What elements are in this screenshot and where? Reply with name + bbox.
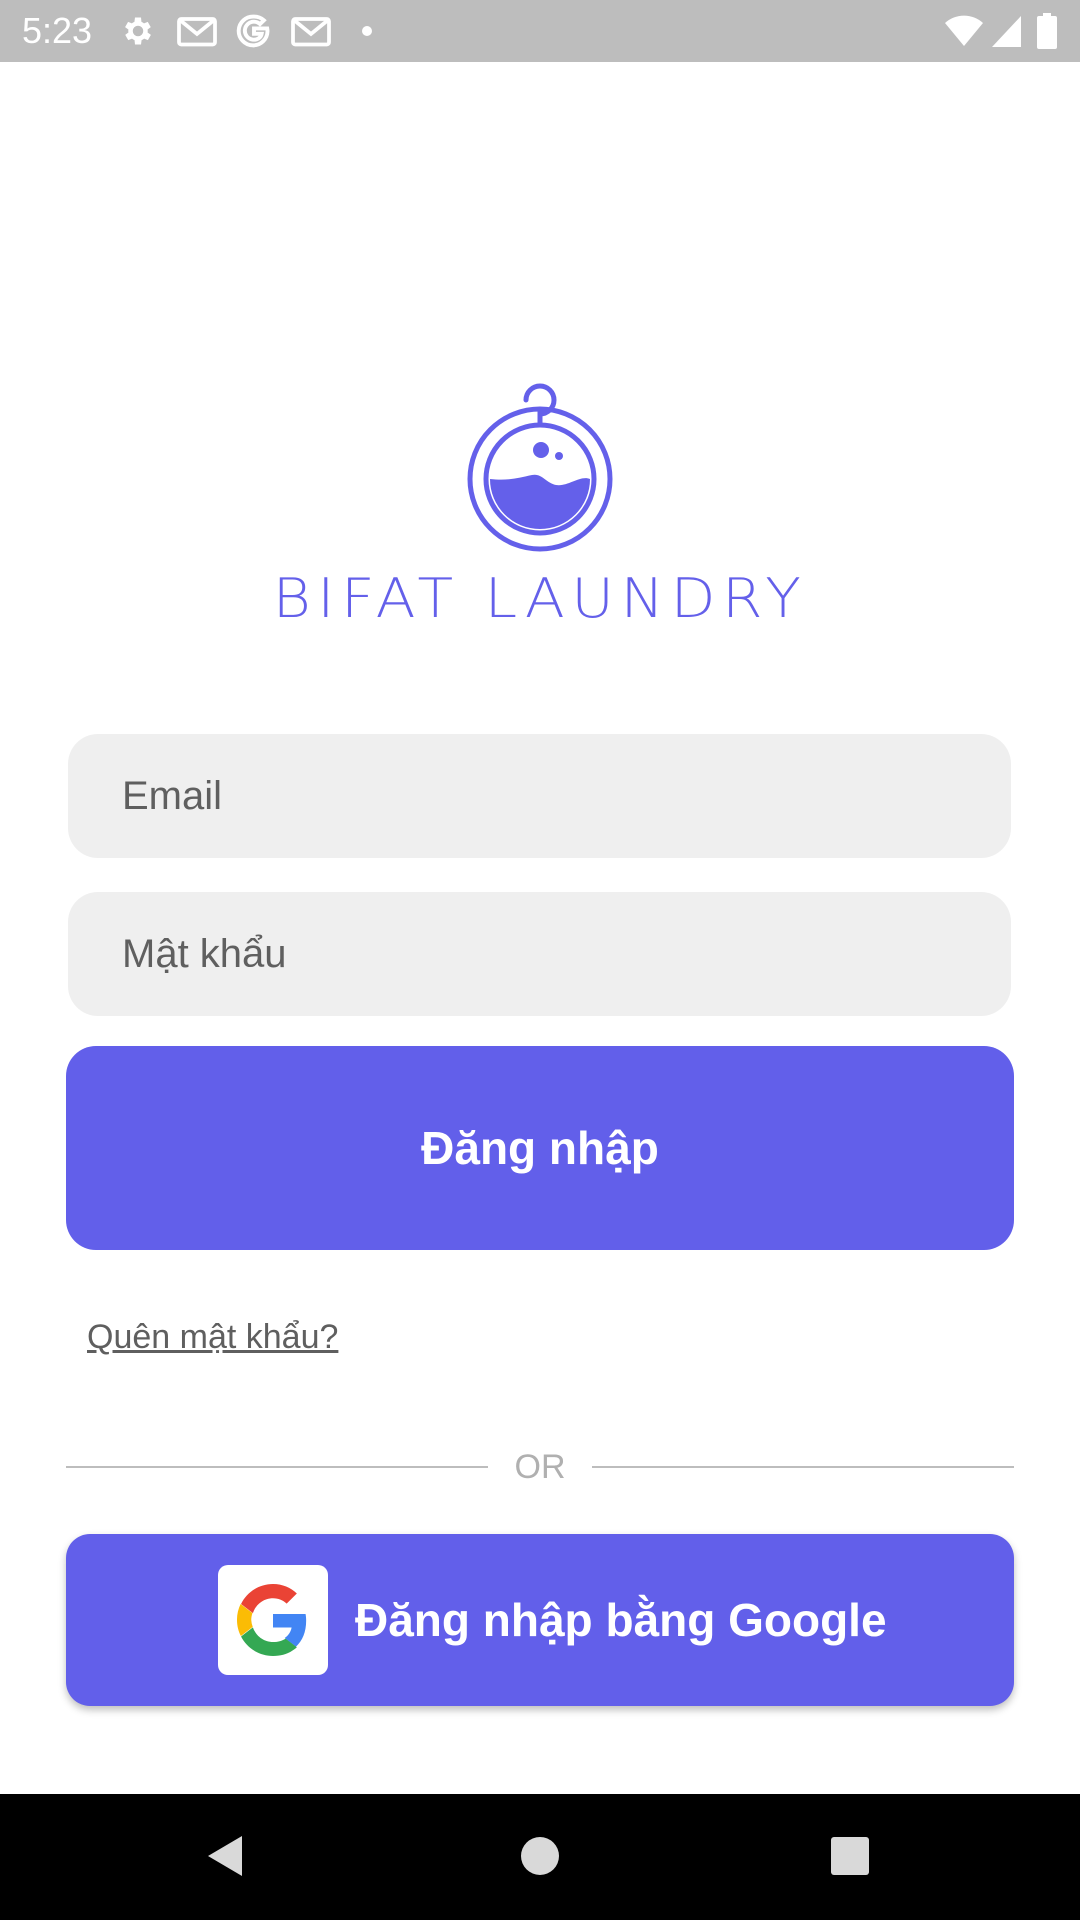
google-icon xyxy=(236,13,272,49)
password-field[interactable] xyxy=(120,930,1011,978)
status-bar: 5:23 xyxy=(0,0,1080,62)
recents-icon[interactable] xyxy=(820,1826,880,1886)
dot-icon xyxy=(360,13,374,49)
google-signin-label: Đăng nhập bằng Google xyxy=(355,1594,887,1646)
divider-label: OR xyxy=(514,1448,566,1486)
google-logo-icon xyxy=(218,1565,328,1675)
settings-icon xyxy=(120,13,156,49)
battery-icon xyxy=(1036,13,1058,49)
gmail-icon xyxy=(290,13,332,49)
email-field[interactable] xyxy=(120,772,1011,820)
laundry-logo-icon xyxy=(460,372,620,554)
login-button[interactable]: Đăng nhập xyxy=(66,1046,1014,1250)
login-screen: 5:23 BIFAT LAUNDRY Email Đăng nhập Quên … xyxy=(0,0,1080,1920)
password-field-container xyxy=(68,892,1011,1016)
email-field-container xyxy=(68,734,1011,858)
gmail-icon xyxy=(176,13,218,49)
wifi-icon xyxy=(944,13,984,49)
navigation-bar xyxy=(0,1794,1080,1920)
divider-line-right xyxy=(592,1466,1014,1468)
divider-line-left xyxy=(66,1466,488,1468)
logo-text: BIFAT LAUNDRY xyxy=(272,567,808,630)
back-icon[interactable] xyxy=(196,1826,256,1886)
forgot-password-link[interactable]: Quên mật khẩu? xyxy=(87,1318,338,1357)
signal-icon xyxy=(990,13,1022,49)
app-logo: BIFAT LAUNDRY xyxy=(0,372,1080,642)
home-icon[interactable] xyxy=(510,1826,570,1886)
status-time: 5:23 xyxy=(22,10,93,51)
google-signin-button[interactable]: Đăng nhập bằng Google xyxy=(66,1534,1014,1706)
